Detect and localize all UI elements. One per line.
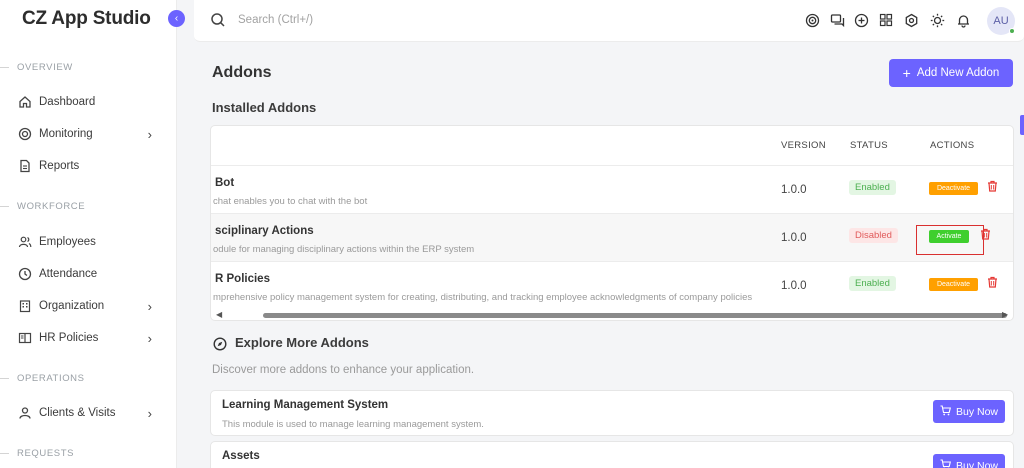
- addon-version: 1.0.0: [781, 184, 807, 196]
- status-badge: Enabled: [849, 180, 896, 195]
- plus-icon: +: [902, 65, 911, 81]
- sidebar-item-label: Organization: [39, 300, 105, 312]
- section-label-requests: REQUESTS: [17, 448, 75, 459]
- section-label-operations: OPERATIONS: [17, 373, 85, 384]
- topbar: AU: [194, 0, 1024, 42]
- addon-version: 1.0.0: [781, 232, 807, 244]
- scrollbar-thumb[interactable]: [263, 313, 1007, 318]
- addon-name: Bot: [215, 177, 235, 189]
- user-pin-icon: [17, 405, 33, 421]
- brand-logo[interactable]: CZ App Studio: [22, 8, 151, 30]
- section-divider: [0, 453, 9, 454]
- sidebar-item-dashboard[interactable]: Dashboard: [17, 91, 162, 113]
- sun-icon[interactable]: [929, 12, 945, 28]
- sidebar-item-label: HR Policies: [39, 332, 99, 344]
- sidebar-item-label: Monitoring: [39, 128, 93, 140]
- horizontal-scrollbar[interactable]: ◀ ▶: [211, 308, 1013, 320]
- cart-icon: [940, 404, 951, 419]
- chevron-right-icon: ›: [147, 330, 152, 346]
- sidebar: CZ App Studio OVERVIEW Dashboard Monitor…: [0, 0, 177, 468]
- add-new-addon-button[interactable]: + Add New Addon: [889, 59, 1013, 87]
- addon-card-title: Assets: [222, 450, 260, 462]
- trash-icon[interactable]: [986, 179, 998, 193]
- status-badge: Enabled: [849, 276, 896, 291]
- addon-name: sciplinary Actions: [215, 225, 314, 237]
- add-new-addon-label: Add New Addon: [916, 67, 1000, 79]
- addon-description: chat enables you to chat with the bot: [213, 196, 368, 207]
- buy-now-label: Buy Now: [955, 459, 998, 468]
- chevron-left-icon[interactable]: ‹: [168, 10, 185, 27]
- trash-icon[interactable]: [986, 275, 998, 289]
- sidebar-item-reports[interactable]: Reports: [17, 155, 162, 177]
- activate-button[interactable]: Activate: [929, 230, 969, 243]
- section-divider: [0, 378, 9, 379]
- building-icon: [17, 298, 33, 314]
- scroll-left-icon[interactable]: ◀: [216, 310, 222, 319]
- grid-icon[interactable]: [878, 12, 894, 28]
- chevron-right-icon: ›: [147, 405, 152, 421]
- sidebar-item-label: Attendance: [39, 268, 98, 280]
- side-drawer-tab[interactable]: [1020, 115, 1024, 135]
- column-header-version: VERSION: [781, 140, 826, 151]
- plus-circle-icon[interactable]: [853, 12, 869, 28]
- sidebar-item-label: Employees: [39, 236, 96, 248]
- table-row: R Policies mprehensive policy management…: [211, 261, 1013, 309]
- users-icon: [17, 234, 33, 250]
- chevron-right-icon: ›: [147, 126, 152, 142]
- buy-now-button[interactable]: Buy Now: [933, 454, 1005, 468]
- home-icon: [17, 94, 33, 110]
- deactivate-button[interactable]: Deactivate: [929, 278, 978, 291]
- explore-addons-description: Discover more addons to enhance your app…: [212, 364, 475, 376]
- column-header-actions: ACTIONS: [930, 140, 975, 151]
- addon-card-description: This module is used to manage learning m…: [222, 419, 484, 430]
- status-badge: Disabled: [849, 228, 898, 243]
- addon-card: Assets Buy Now: [210, 441, 1014, 468]
- search-icon[interactable]: [210, 12, 226, 28]
- table-row: Bot chat enables you to chat with the bo…: [211, 165, 1013, 213]
- online-status-dot: [1009, 28, 1015, 34]
- sidebar-item-label: Dashboard: [39, 96, 96, 108]
- bell-icon[interactable]: [955, 12, 971, 28]
- addon-name: R Policies: [215, 273, 270, 285]
- search-input[interactable]: [238, 11, 498, 29]
- addon-version: 1.0.0: [781, 280, 807, 292]
- clock-icon: [17, 266, 33, 282]
- section-label-workforce: WORKFORCE: [17, 201, 86, 212]
- addon-card: Learning Management System This module i…: [210, 390, 1014, 436]
- deactivate-button[interactable]: Deactivate: [929, 182, 978, 195]
- page-title: Addons: [212, 64, 272, 81]
- sidebar-item-hr-policies[interactable]: HR Policies ›: [17, 327, 162, 349]
- sidebar-item-monitoring[interactable]: Monitoring ›: [17, 123, 162, 145]
- installed-addons-table: VERSION STATUS ACTIONS Bot chat enables …: [210, 125, 1014, 321]
- chevron-right-icon: ›: [147, 298, 152, 314]
- section-label-overview: OVERVIEW: [17, 62, 73, 73]
- sidebar-item-clients-visits[interactable]: Clients & Visits ›: [17, 402, 162, 424]
- buy-now-button[interactable]: Buy Now: [933, 400, 1005, 423]
- document-icon: [17, 158, 33, 174]
- sidebar-item-label: Clients & Visits: [39, 407, 116, 419]
- column-header-status: STATUS: [850, 140, 888, 151]
- addon-description: mprehensive policy management system for…: [213, 292, 753, 303]
- sidebar-item-employees[interactable]: Employees: [17, 231, 162, 253]
- book-icon: [17, 330, 33, 346]
- buy-now-label: Buy Now: [955, 405, 998, 418]
- target-icon: [17, 126, 33, 142]
- sidebar-item-label: Reports: [39, 160, 80, 172]
- sidebar-item-organization[interactable]: Organization ›: [17, 295, 162, 317]
- chat-icon[interactable]: [829, 12, 845, 28]
- scroll-right-icon[interactable]: ▶: [1002, 310, 1008, 319]
- addon-description: odule for managing disciplinary actions …: [213, 244, 475, 255]
- addon-card-title: Learning Management System: [222, 399, 389, 411]
- table-row: sciplinary Actions odule for managing di…: [211, 213, 1013, 261]
- explore-addons-title: Explore More Addons: [235, 335, 369, 350]
- settings-icon[interactable]: [903, 12, 919, 28]
- installed-addons-title: Installed Addons: [212, 100, 317, 115]
- trash-icon[interactable]: [979, 227, 991, 241]
- section-divider: [0, 206, 9, 207]
- cart-icon: [940, 458, 951, 468]
- section-divider: [0, 67, 9, 68]
- sidebar-item-attendance[interactable]: Attendance: [17, 263, 162, 285]
- target-icon[interactable]: [804, 12, 820, 28]
- compass-icon: [213, 337, 227, 351]
